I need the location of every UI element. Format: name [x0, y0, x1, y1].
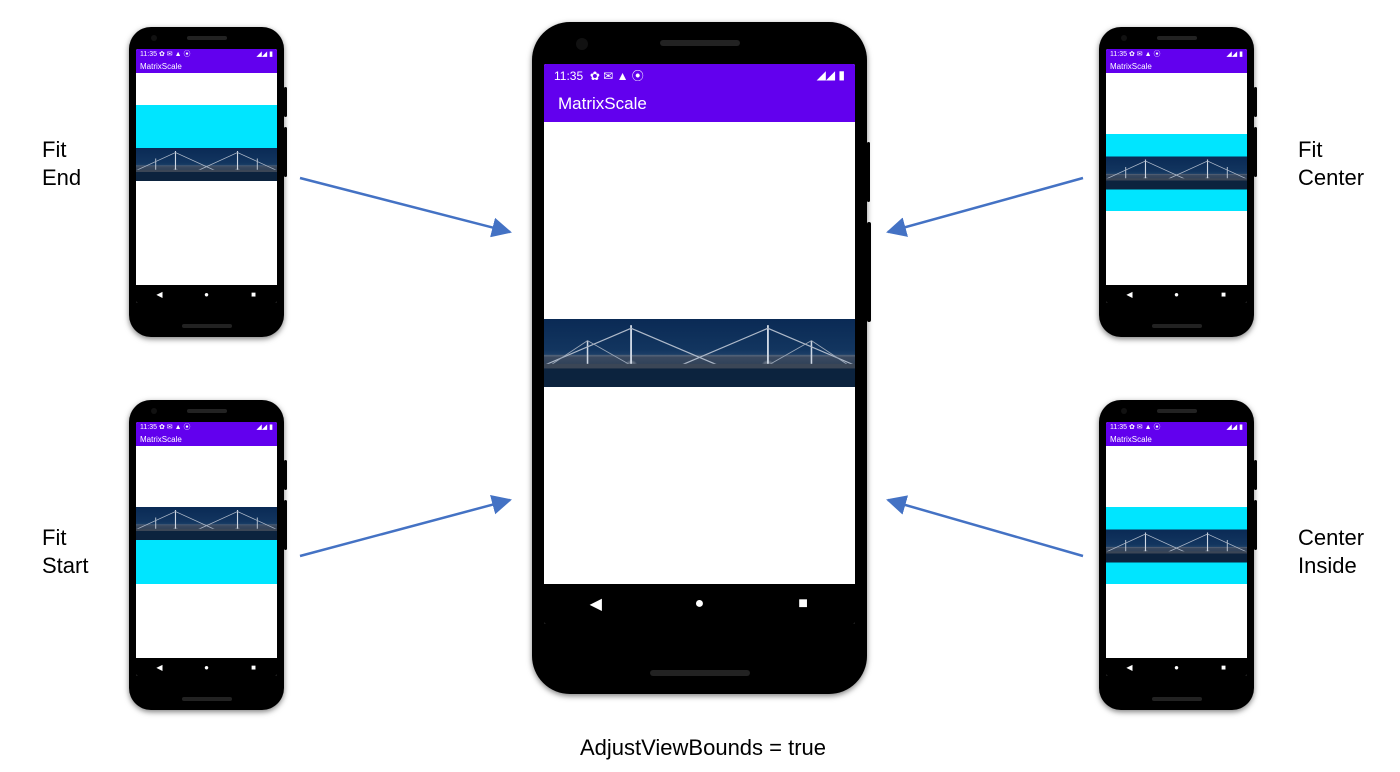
- bridge-image: [544, 319, 855, 387]
- nav-back-icon[interactable]: ◀: [145, 663, 173, 672]
- content-fit-start: [136, 446, 277, 658]
- content-fit-end: [136, 73, 277, 285]
- status-icons-left: ✿ ✉ ▲ ⦿: [590, 69, 644, 83]
- nav-home-icon[interactable]: ●: [192, 663, 220, 672]
- nav-recent-icon[interactable]: ■: [1209, 663, 1237, 672]
- app-title: MatrixScale: [558, 94, 647, 114]
- arrow-fit-center: [888, 178, 1083, 232]
- content-center-inside: [1106, 446, 1247, 658]
- phone-center-inside: 11:35 ✿ ✉ ▲ ⦿◢◢ ▮ MatrixScale ◀●■: [1099, 400, 1254, 710]
- content-fit-center: [1106, 73, 1247, 285]
- nav-recent-icon[interactable]: ■: [239, 663, 267, 672]
- phone-main: 11:35 ✿ ✉ ▲ ⦿ ◢◢ ▮ MatrixScale: [532, 22, 867, 694]
- android-nav-bar: ◀ ● ■: [544, 584, 855, 624]
- nav-home-icon[interactable]: ●: [1162, 290, 1190, 299]
- status-icons-right: ◢◢ ▮: [817, 68, 845, 82]
- arrow-fit-start: [300, 500, 510, 556]
- label-fit-center: Fit Center: [1298, 136, 1364, 191]
- nav-home-icon[interactable]: ●: [192, 290, 220, 299]
- label-fit-end: Fit End: [42, 136, 81, 191]
- app-bar: MatrixScale: [544, 86, 855, 122]
- content-area-main: [544, 122, 855, 584]
- arrow-fit-end: [300, 178, 510, 232]
- phone-fit-start: 11:35 ✿ ✉ ▲ ⦿◢◢ ▮ MatrixScale ◀●■: [129, 400, 284, 710]
- phone-main-screen: 11:35 ✿ ✉ ▲ ⦿ ◢◢ ▮ MatrixScale: [544, 64, 855, 624]
- arrow-center-inside: [888, 500, 1083, 556]
- bridge-image: [1106, 529, 1247, 562]
- bridge-image: [1106, 156, 1247, 189]
- label-center-inside: Center Inside: [1298, 524, 1364, 579]
- status-bar: 11:35 ✿ ✉ ▲ ⦿ ◢◢ ▮: [544, 64, 855, 86]
- phone-fit-center: 11:35 ✿ ✉ ▲ ⦿◢◢ ▮ MatrixScale ◀●■: [1099, 27, 1254, 337]
- nav-back-icon[interactable]: ◀: [565, 594, 627, 614]
- bridge-image: [136, 507, 277, 540]
- status-time: 11:35: [554, 69, 583, 83]
- nav-back-icon[interactable]: ◀: [1115, 663, 1143, 672]
- caption: AdjustViewBounds = true: [580, 734, 826, 762]
- phone-fit-end: 11:35 ✿ ✉ ▲ ⦿◢◢ ▮ MatrixScale ◀●■: [129, 27, 284, 337]
- nav-recent-icon[interactable]: ■: [239, 290, 267, 299]
- nav-home-icon[interactable]: ●: [668, 595, 730, 613]
- nav-recent-icon[interactable]: ■: [1209, 290, 1237, 299]
- nav-back-icon[interactable]: ◀: [1115, 290, 1143, 299]
- label-fit-start: Fit Start: [42, 524, 88, 579]
- nav-home-icon[interactable]: ●: [1162, 663, 1190, 672]
- nav-recent-icon[interactable]: ■: [772, 595, 834, 613]
- bridge-image: [136, 148, 277, 181]
- nav-back-icon[interactable]: ◀: [145, 290, 173, 299]
